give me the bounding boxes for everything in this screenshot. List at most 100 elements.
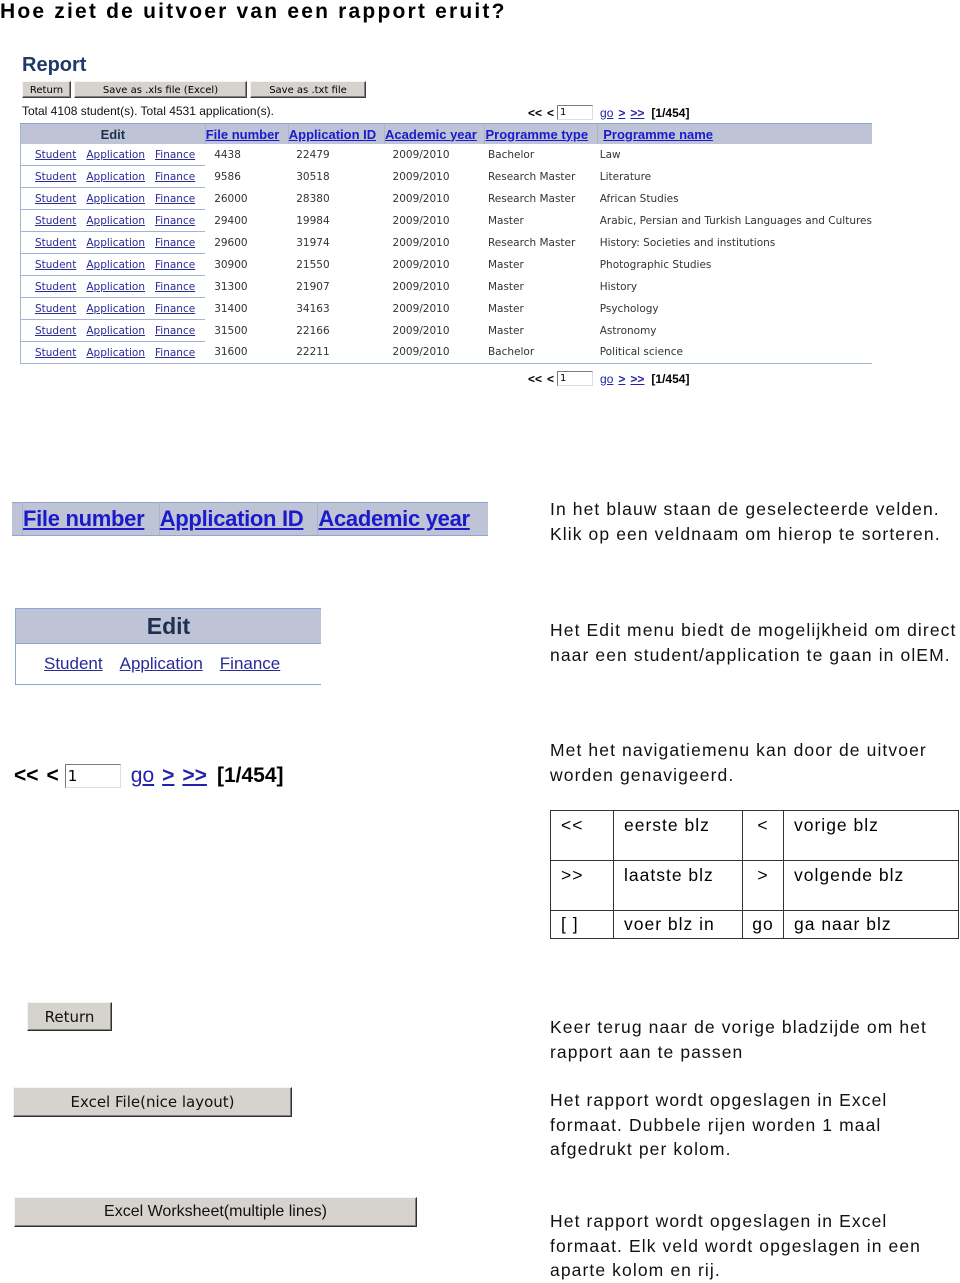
academic-year-cell: 2009/2010 <box>392 346 450 359</box>
sort-programme-type-link[interactable]: Programme type <box>485 127 588 142</box>
table-row: Student Application Finance 26000 28380 2009/… <box>20 187 873 210</box>
zoomed-application-link[interactable]: Application <box>120 654 203 674</box>
table-row: Student Application Finance 31500 22166 2009/… <box>20 319 873 342</box>
application-link[interactable]: Application <box>86 325 145 337</box>
zoomed-finance-link[interactable]: Finance <box>220 654 280 674</box>
student-link[interactable]: Student <box>35 193 76 205</box>
sort-academic-year-link[interactable]: Academic year <box>385 127 477 142</box>
application-link[interactable]: Application <box>86 149 145 161</box>
student-link[interactable]: Student <box>35 149 76 161</box>
legend-description: laatste blz <box>613 860 743 911</box>
finance-link[interactable]: Finance <box>155 303 195 315</box>
excel-worksheet-button[interactable]: Excel Worksheet(multiple lines) <box>14 1197 417 1227</box>
application-link[interactable]: Application <box>86 171 145 183</box>
save-txt-button[interactable]: Save as .txt file <box>250 81 366 98</box>
excel-file-button[interactable]: Excel File(nice layout) <box>13 1087 292 1117</box>
finance-link[interactable]: Finance <box>155 171 195 183</box>
save-xls-button[interactable]: Save as .xls file (Excel) <box>74 81 247 98</box>
academic-year-cell: 2009/2010 <box>392 324 450 337</box>
academic-year-cell: 2009/2010 <box>392 236 450 249</box>
table-row: Student Application Finance 31400 34163 2009/… <box>20 297 873 320</box>
legend-symbol: < <box>742 810 784 861</box>
first-page-button[interactable]: << <box>528 106 542 120</box>
student-link[interactable]: Student <box>35 171 76 183</box>
application-link[interactable]: Application <box>86 237 145 249</box>
zoomed-edit-title: Edit <box>16 608 321 644</box>
zoomed-column-headers: File number Application ID Academic year <box>12 502 488 536</box>
column-header-programme-type[interactable]: Programme type <box>484 123 599 144</box>
first-page-button[interactable]: << <box>528 372 542 386</box>
sort-file-number-link[interactable]: File number <box>206 127 280 142</box>
legend-description: vorige blz <box>783 810 959 861</box>
finance-link[interactable]: Finance <box>155 237 195 249</box>
zoomed-next-link[interactable]: > <box>162 764 174 788</box>
student-link[interactable]: Student <box>35 325 76 337</box>
application-id-cell: 19984 <box>296 214 330 227</box>
column-header-application-id[interactable]: Application ID <box>288 123 386 144</box>
return-button[interactable]: Return <box>22 81 71 98</box>
finance-link[interactable]: Finance <box>155 347 195 359</box>
finance-link[interactable]: Finance <box>155 215 195 227</box>
legend-description: volgende blz <box>783 860 959 911</box>
student-link[interactable]: Student <box>35 237 76 249</box>
table-row: Student Application Finance 31600 22211 2009/… <box>21 342 873 364</box>
column-header-academic-year[interactable]: Academic year <box>384 123 486 144</box>
pager-top: << < go > >> [1/454] <box>528 105 689 120</box>
go-link[interactable]: go <box>600 372 613 386</box>
application-link[interactable]: Application <box>86 193 145 205</box>
application-id-cell: 28380 <box>296 192 330 205</box>
student-link[interactable]: Student <box>35 303 76 315</box>
zoomed-first-page[interactable]: << <box>14 764 39 788</box>
last-page-link[interactable]: >> <box>630 106 644 120</box>
edit-links-cell: Student Application Finance <box>20 297 206 320</box>
go-link[interactable]: go <box>600 106 613 120</box>
finance-link[interactable]: Finance <box>155 325 195 337</box>
finance-link[interactable]: Finance <box>155 259 195 271</box>
column-header-programme-name[interactable]: Programme name <box>597 123 872 144</box>
big-return-button[interactable]: Return <box>27 1002 112 1031</box>
last-page-link[interactable]: >> <box>630 372 644 386</box>
zoomed-header-file-number[interactable]: File number <box>23 503 160 535</box>
student-link[interactable]: Student <box>35 347 76 359</box>
edit-links-cell: Student Application Finance <box>20 231 206 254</box>
finance-link[interactable]: Finance <box>155 193 195 205</box>
next-page-link[interactable]: > <box>618 372 625 386</box>
sort-application-id-link[interactable]: Application ID <box>289 127 376 142</box>
student-link[interactable]: Student <box>35 259 76 271</box>
student-link[interactable]: Student <box>35 215 76 227</box>
prev-page-button[interactable]: < <box>547 372 554 386</box>
application-id-cell: 22479 <box>296 148 330 161</box>
table-row: Student Application Finance 29600 31974 2009/… <box>20 231 873 254</box>
student-link[interactable]: Student <box>35 281 76 293</box>
zoomed-page-input[interactable] <box>64 764 121 788</box>
finance-link[interactable]: Finance <box>155 149 195 161</box>
application-link[interactable]: Application <box>86 281 145 293</box>
zoomed-student-link[interactable]: Student <box>44 654 103 674</box>
application-link[interactable]: Application <box>86 347 145 359</box>
finance-link[interactable]: Finance <box>155 281 195 293</box>
application-link[interactable]: Application <box>86 303 145 315</box>
page-number-input[interactable] <box>557 371 594 386</box>
academic-year-cell: 2009/2010 <box>392 280 450 293</box>
edit-links-cell: Student Application Finance <box>20 319 206 342</box>
zoomed-header-academic-year[interactable]: Academic year <box>318 503 488 535</box>
file-number-cell: 29600 <box>214 236 248 249</box>
pager-bottom: << < go > >> [1/454] <box>528 371 689 386</box>
zoomed-go-link[interactable]: go <box>131 764 154 788</box>
programme-name-cell: African Studies <box>599 192 679 205</box>
application-link[interactable]: Application <box>86 215 145 227</box>
application-id-cell: 21907 <box>296 280 330 293</box>
explanation-return: Keer terug naar de vorige bladzijde om h… <box>550 1017 927 1062</box>
page-number-input[interactable] <box>557 105 594 120</box>
sort-programme-name-link[interactable]: Programme name <box>603 127 713 142</box>
application-link[interactable]: Application <box>86 259 145 271</box>
zoomed-prev-page[interactable]: < <box>47 764 59 788</box>
programme-type-cell: Bachelor <box>487 148 535 161</box>
programme-name-cell: Astronomy <box>599 324 657 337</box>
zoomed-header-application-id[interactable]: Application ID <box>160 503 319 535</box>
prev-page-button[interactable]: < <box>547 106 554 120</box>
next-page-link[interactable]: > <box>618 106 625 120</box>
programme-type-cell: Master <box>487 324 524 337</box>
zoomed-last-link[interactable]: >> <box>182 764 207 788</box>
column-header-file-number[interactable]: File number <box>205 123 289 144</box>
